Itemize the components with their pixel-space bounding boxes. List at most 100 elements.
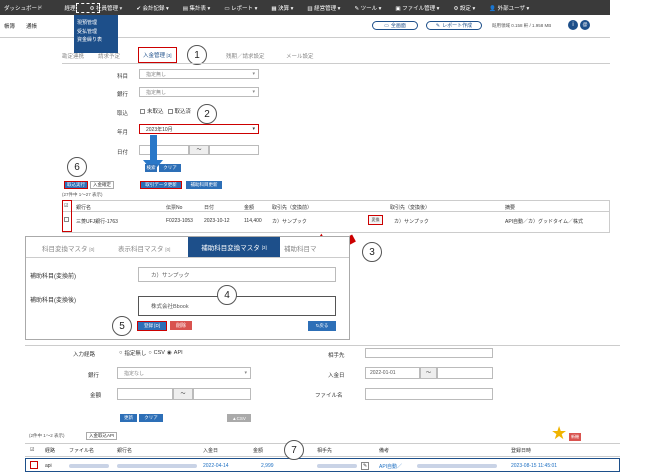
dropdown-item-genyokin[interactable]: 現預管理 <box>77 19 115 28</box>
tab-zanki-seikyu[interactable]: 残期／請求設定 <box>226 52 265 60</box>
nyukin-search-panel: 入力経路 ○ 指定無し ○ CSV ◉ API 相手先 銀行 指定なし ▾ 入金日 20… <box>25 345 620 473</box>
monthly-confirm-button[interactable]: 入金確定 <box>90 181 114 189</box>
clear-button-2[interactable]: クリア <box>139 414 163 422</box>
nav-files[interactable]: ▣ ファイル管理 ▾ <box>395 4 439 12</box>
row-checkbox-2[interactable] <box>30 461 38 469</box>
cell-amount-2: 2,999 <box>261 463 274 469</box>
import-execute-button[interactable]: 取込実行 <box>64 181 88 189</box>
tab-kanjo-renkei[interactable]: 勘定連携 <box>62 52 84 60</box>
checkbox-unimported[interactable] <box>140 108 145 114</box>
subnav-chobo[interactable]: 帳簿 <box>4 22 15 30</box>
tab-assist-subject-master[interactable]: 補助科目マ <box>284 243 317 253</box>
radio-csv[interactable]: ○ <box>148 350 151 356</box>
monitor-icon: ▭ <box>384 22 389 29</box>
col-date: 日付 <box>204 205 215 211</box>
nav-settings[interactable]: ⚙ 設定 ▾ <box>453 4 475 12</box>
save-button[interactable]: 登録 [D] <box>137 321 167 331</box>
before-label: 補助科目(変換前) <box>30 274 76 280</box>
col-memo: 摘要 <box>505 205 516 211</box>
date-separator-2: 〜 <box>420 367 437 379</box>
file-name-input[interactable] <box>365 388 493 400</box>
bank-label: 銀行 <box>117 92 129 98</box>
date-from-input-2[interactable]: 2022-01-01 <box>365 367 420 379</box>
star-icon: ★ <box>551 423 568 443</box>
checkbox-all[interactable]: ☑ <box>64 203 68 209</box>
col-bank: 銀行名 <box>76 205 92 211</box>
bank-select-2[interactable]: 指定なし ▾ <box>117 367 251 379</box>
info-icon[interactable]: i <box>568 20 578 30</box>
bank-label-2: 銀行 <box>88 373 100 379</box>
date-from-input[interactable] <box>139 145 189 155</box>
nav-kessan[interactable]: ▦ 決算 ▾ <box>271 4 293 12</box>
partner-input[interactable] <box>365 348 493 358</box>
table2-top-border <box>25 443 620 444</box>
cell-file-name-redacted <box>69 464 109 468</box>
back-button[interactable]: ↻ 戻る <box>308 321 336 331</box>
col-amount-2: 金額 <box>253 448 264 454</box>
update-button-2[interactable]: 更新 <box>120 414 137 422</box>
date-to-input[interactable] <box>209 145 259 155</box>
callout-2: 2 <box>197 104 217 124</box>
nav-keiei[interactable]: ▥ 経営管理 ▾ <box>307 4 340 12</box>
tab-mail-settings[interactable]: メール設定 <box>286 52 314 60</box>
delete-button[interactable]: 削除 <box>170 321 192 330</box>
tab-nyukin-kanri[interactable]: 入金管理 [3] <box>138 47 177 63</box>
nav-kaikei[interactable]: ✔ 会計記録 ▾ <box>136 4 168 12</box>
col-route: 経路 <box>45 448 56 454</box>
cell-deposit-date: 2022-04-14 <box>203 463 229 469</box>
import-api-button[interactable]: 入金取込API <box>86 432 118 440</box>
cell-remarks-redacted <box>417 464 497 468</box>
month-select[interactable]: 2023年10月 ▾ <box>139 124 259 134</box>
cell-amount: 114,400 <box>244 218 262 224</box>
col-registered-at: 登録日時 <box>511 448 532 454</box>
help-icon[interactable]: @ <box>580 20 590 30</box>
cell-bank-name-redacted <box>117 464 197 468</box>
row-checkbox[interactable] <box>64 217 69 222</box>
edit-icon[interactable]: ✎ <box>361 462 370 470</box>
after-input[interactable]: 株式会社Bbook <box>138 296 336 316</box>
col-partner-after: 取引先（変換後） <box>390 205 431 211</box>
cell-memo: API自動／カ）グッドタイム／株式 <box>505 219 583 225</box>
subject-label: 科目 <box>117 74 129 80</box>
report-create-button[interactable]: ✎ レポート作成 <box>426 21 482 30</box>
amount-to-input[interactable] <box>193 388 251 400</box>
dropdown-item-shikinguri[interactable]: 資金繰り表 <box>77 36 115 45</box>
search-button[interactable]: 検索 <box>145 164 157 172</box>
bank-select[interactable]: 指定無し ▾ <box>139 87 259 97</box>
update-assist-button[interactable]: 補助科目更新 <box>186 181 222 189</box>
date-to-input-2[interactable] <box>437 367 493 379</box>
nav-shukei[interactable]: ▤ 集計表 ▾ <box>183 4 211 12</box>
tab-assist-subject-conversion[interactable]: 補助科目変換マスタ [3] <box>188 237 280 257</box>
tab-subject-conversion[interactable]: 科目変換マスタ [0] <box>42 243 94 253</box>
col-amount: 金額 <box>244 205 255 211</box>
checkbox-all-2[interactable]: ☑ <box>30 447 34 453</box>
status-checkboxes: 未取込 取込済 <box>140 107 191 115</box>
fullscreen-button[interactable]: ▭ 全画面 <box>372 21 418 30</box>
before-input[interactable]: カ）サンプック <box>138 267 336 282</box>
nav-tools[interactable]: ✎ ツール ▾ <box>354 4 381 12</box>
new-badge: 新機 <box>569 433 581 441</box>
radio-api[interactable]: ◉ <box>167 350 172 356</box>
csv-button[interactable]: ▲ CSV <box>227 414 251 422</box>
clear-button[interactable]: クリア <box>159 164 181 172</box>
nav-dashboard[interactable]: ダッシュボード <box>4 4 43 12</box>
radio-none[interactable]: ○ <box>119 350 122 356</box>
nav-report[interactable]: ▭ レポート ▾ <box>224 4 257 12</box>
subnav-tsucho[interactable]: 通帳 <box>26 22 37 30</box>
table2-count: (2件中 1〜2 表示) <box>29 433 65 438</box>
assist-subject-conversion-panel: 科目変換マスタ [0] 表示科目マスタ [0] 補助科目変換マスタ [3] 補助科… <box>25 236 350 340</box>
dropdown-item-ukeharai[interactable]: 受払管理 <box>77 28 115 37</box>
tab-seikyu-yotei[interactable]: 請求予定 <box>98 52 120 60</box>
nav-external-user[interactable]: 👤 外部ユーザ ▾ <box>489 4 529 12</box>
subject-select[interactable]: 指定無し ▾ <box>139 69 259 79</box>
tab-display-subject[interactable]: 表示科目マスタ [0] <box>118 243 170 253</box>
nav-keiri[interactable]: 経理 <box>65 4 76 12</box>
update-data-button[interactable]: 取引データ更新 <box>140 181 182 189</box>
deposit-date-label: 入金日 <box>328 373 345 379</box>
arrow-shaft <box>150 135 157 163</box>
convert-button[interactable]: 変換 <box>368 215 383 225</box>
checkbox-imported[interactable] <box>167 108 173 114</box>
date-separator: 〜 <box>189 145 209 155</box>
col-deposit-date: 入金日 <box>203 448 219 454</box>
amount-from-input[interactable] <box>117 388 173 400</box>
